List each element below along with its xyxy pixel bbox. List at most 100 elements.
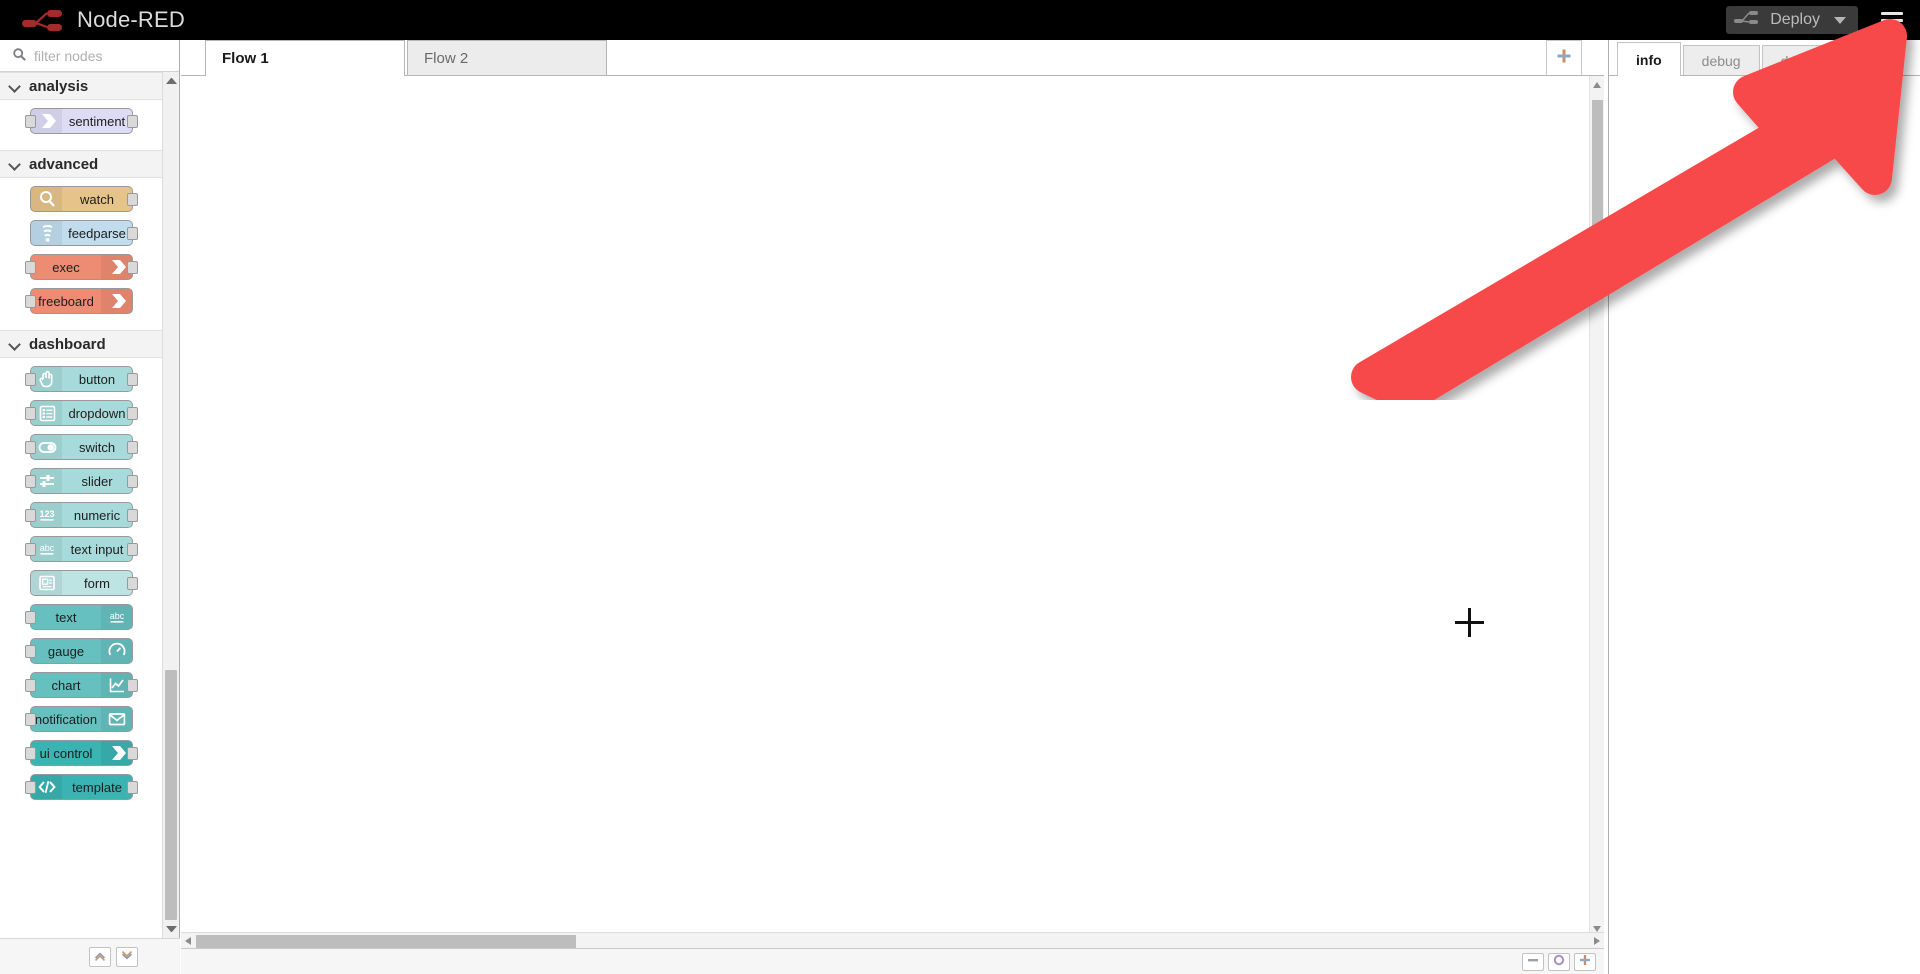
node-input-port[interactable] <box>25 261 36 274</box>
palette-node-switch[interactable]: switch <box>25 434 138 460</box>
node-input-port[interactable] <box>25 407 36 420</box>
sidebar-tab-dashboard[interactable]: dashboard ✖ <box>1761 45 1884 75</box>
scroll-up-icon[interactable] <box>1593 82 1601 88</box>
palette-node-numeric[interactable]: 123 numeric <box>25 502 138 528</box>
palette-category-list: analysis sentiment advanced watch feedparse e… <box>0 72 163 816</box>
canvas-vertical-scrollbar[interactable] <box>1589 76 1604 938</box>
node-output-port[interactable] <box>127 407 138 420</box>
node-output-port[interactable] <box>127 543 138 556</box>
node-input-port[interactable] <box>25 441 36 454</box>
scroll-left-icon[interactable] <box>185 937 191 945</box>
node-output-port[interactable] <box>127 475 138 488</box>
node-output-port[interactable] <box>127 261 138 274</box>
palette-node-feedparse[interactable]: feedparse <box>30 220 138 246</box>
palette-node-slider[interactable]: slider <box>25 468 138 494</box>
node-input-port[interactable] <box>25 295 36 308</box>
collapse-all-button[interactable] <box>89 946 111 967</box>
chevron-down-icon <box>10 159 20 169</box>
scroll-up-icon[interactable] <box>166 78 177 84</box>
palette-node-label: template <box>72 779 122 795</box>
palette-node-chart[interactable]: chart <box>25 672 138 698</box>
palette-node-label: exec <box>52 259 80 275</box>
node-output-port[interactable] <box>127 193 138 206</box>
node-output-port[interactable] <box>127 747 138 760</box>
sidebar-tab-debug[interactable]: debug <box>1682 45 1760 75</box>
flow-tab-label: Flow 1 <box>222 50 269 67</box>
node-output-port[interactable] <box>127 227 138 240</box>
close-icon[interactable]: ✖ <box>1855 54 1865 68</box>
scrollbar-thumb[interactable] <box>165 670 177 920</box>
hamburger-menu-icon[interactable] <box>1872 0 1912 40</box>
node-input-port[interactable] <box>25 781 36 794</box>
node-output-port[interactable] <box>127 509 138 522</box>
node-input-port[interactable] <box>25 475 36 488</box>
palette-node-label: watch <box>80 191 114 207</box>
node-palette: analysis sentiment advanced watch feedparse e… <box>0 40 180 974</box>
add-flow-button[interactable] <box>1546 40 1582 75</box>
node-input-port[interactable] <box>25 645 36 658</box>
flow-canvas[interactable] <box>181 76 1604 938</box>
palette-node-label: slider <box>81 473 113 489</box>
palette-node-button[interactable]: button <box>25 366 138 392</box>
palette-node-label: text input <box>70 541 124 557</box>
palette-category-dashboard[interactable]: dashboard <box>0 330 163 358</box>
node-input-port[interactable] <box>25 713 36 726</box>
node-output-port[interactable] <box>127 781 138 794</box>
palette-node-label: button <box>78 371 116 387</box>
node-input-port[interactable] <box>25 679 36 692</box>
palette-node-exec[interactable]: exec <box>25 254 138 280</box>
scroll-right-icon[interactable] <box>1594 937 1600 945</box>
zoom-out-button[interactable] <box>1522 952 1544 971</box>
palette-category-analysis[interactable]: analysis <box>0 72 163 100</box>
crosshair-cursor-icon <box>1455 608 1484 637</box>
palette-node-label: feedparse <box>68 225 126 241</box>
palette-node-label: switch <box>78 439 116 455</box>
palette-node-label: ui control <box>39 745 93 761</box>
node-input-port[interactable] <box>25 509 36 522</box>
zoom-reset-button[interactable] <box>1548 952 1570 971</box>
chevron-down-icon <box>121 948 133 966</box>
node-input-port[interactable] <box>25 611 36 624</box>
palette-node-label: dropdown <box>68 405 126 421</box>
palette-node-dropdown[interactable]: dropdown <box>25 400 138 426</box>
scroll-down-icon[interactable] <box>166 926 177 932</box>
palette-node-notification[interactable]: notification <box>25 706 133 732</box>
palette-node-text[interactable]: abc text <box>25 604 133 630</box>
node-red-editor: Node-RED Deploy filter nodes analysis se… <box>0 0 1920 974</box>
plus-icon <box>1556 48 1572 69</box>
node-output-port[interactable] <box>127 679 138 692</box>
node-output-port[interactable] <box>127 577 138 590</box>
palette-node-gauge[interactable]: gauge <box>25 638 133 664</box>
deploy-button[interactable]: Deploy <box>1726 6 1858 34</box>
palette-node-text-input[interactable]: abc text input <box>25 536 138 562</box>
flow-tab-flow-1[interactable]: Flow 1 <box>205 40 405 76</box>
palette-node-sentiment[interactable]: sentiment <box>25 108 138 134</box>
node-input-port[interactable] <box>25 373 36 386</box>
node-output-port[interactable] <box>127 441 138 454</box>
palette-node-watch[interactable]: watch <box>30 186 138 212</box>
node-input-port[interactable] <box>25 747 36 760</box>
node-input-port[interactable] <box>25 543 36 556</box>
expand-all-button[interactable] <box>116 946 138 967</box>
palette-scrollbar[interactable] <box>162 72 179 938</box>
right-sidebar: info debug dashboard ✖ <box>1608 40 1920 974</box>
palette-node-freeboard[interactable]: freeboard <box>25 288 133 314</box>
palette-node-form[interactable]: form <box>30 570 138 596</box>
node-input-port[interactable] <box>25 115 36 128</box>
palette-scroll-area[interactable]: analysis sentiment advanced watch feedparse e… <box>0 72 180 938</box>
palette-category-advanced[interactable]: advanced <box>0 150 163 178</box>
sidebar-tab-info[interactable]: info <box>1617 42 1681 76</box>
magnifier-icon <box>31 187 62 211</box>
palette-node-template[interactable]: template <box>25 774 138 800</box>
scrollbar-thumb[interactable] <box>1592 100 1603 280</box>
chevron-down-icon <box>10 339 20 349</box>
canvas-horizontal-scrollbar[interactable] <box>181 932 1604 949</box>
node-output-port[interactable] <box>127 115 138 128</box>
node-output-port[interactable] <box>127 373 138 386</box>
chevron-down-icon[interactable] <box>1834 16 1846 24</box>
zoom-in-button[interactable] <box>1574 952 1596 971</box>
flow-tab-flow-2[interactable]: Flow 2 <box>407 40 607 75</box>
search-input[interactable] <box>0 40 179 71</box>
scrollbar-thumb[interactable] <box>196 935 576 948</box>
palette-node-ui-control[interactable]: ui control <box>25 740 138 766</box>
